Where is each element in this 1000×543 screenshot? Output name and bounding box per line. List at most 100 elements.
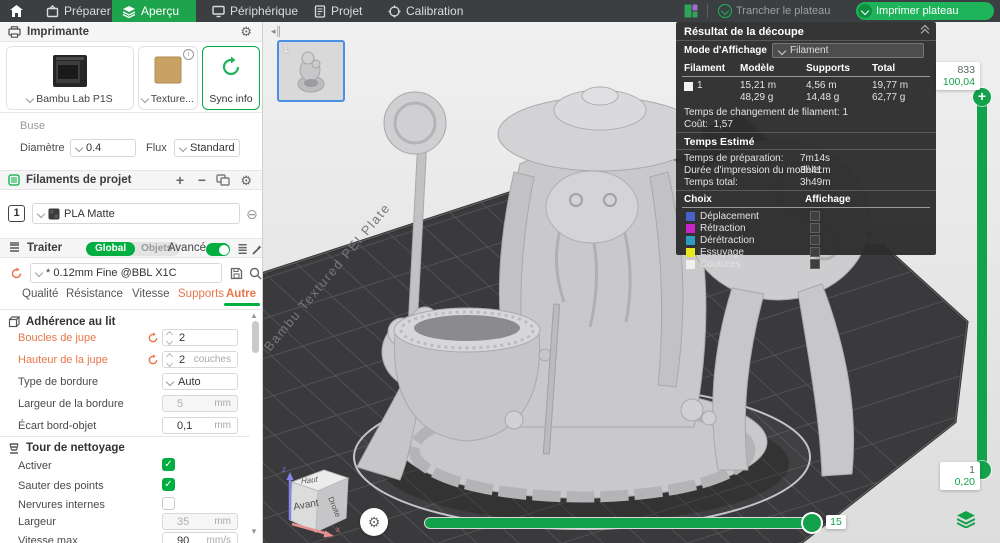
collapse-panel-icon[interactable] (920, 24, 930, 38)
reset-param-icon[interactable] (147, 332, 159, 344)
plate-thumbnail (154, 56, 182, 84)
tab-projet[interactable]: Projet (304, 0, 372, 22)
tuning-wand-icon[interactable] (251, 244, 263, 256)
scroll-down-arrow[interactable]: ▼ (250, 527, 258, 536)
filaments-section-title: Filaments de projet (26, 174, 132, 186)
group-header-prime-tower[interactable]: Tour de nettoyage (8, 442, 125, 454)
support-weight: 14,48 g (806, 92, 840, 103)
printer-name-label: Bambu Lab P1S (36, 93, 113, 105)
thumbnail-collapse-icon[interactable]: ◂║ (271, 26, 282, 37)
plate-thumbnail-preview (297, 51, 325, 93)
input-unit: mm (214, 516, 231, 527)
bed-adhesion-icon (8, 316, 20, 328)
slice-dropdown-icon[interactable] (718, 4, 732, 18)
brim-object-gap-input[interactable]: 0,1 mm (162, 417, 238, 434)
layers-view-icon[interactable] (957, 511, 975, 528)
plate-type-card[interactable]: i Texture... (138, 46, 198, 110)
filament-select[interactable]: PLA Matte (32, 203, 240, 224)
info-icon[interactable]: i (183, 49, 194, 60)
slice-button-label: Trancher le plateau (736, 5, 831, 17)
spinner-control[interactable] (165, 352, 176, 367)
input-value: Auto (178, 375, 201, 388)
slice-plate-button[interactable]: Trancher le plateau (716, 2, 846, 20)
param-label-internal-ribs: Nervures internes (18, 499, 105, 511)
scroll-up-arrow[interactable]: ▲ (250, 311, 258, 320)
unretraction-checkbox[interactable] (810, 235, 820, 245)
group-header-bed-adhesion[interactable]: Adhérence au lit (8, 316, 115, 328)
collapse-filament-icon[interactable]: ⊖ (246, 206, 258, 223)
internal-ribs-checkbox[interactable] (162, 497, 175, 510)
printer-card[interactable]: Bambu Lab P1S (6, 46, 134, 110)
add-filament-button[interactable]: + (176, 173, 184, 187)
printer-settings-gear-icon[interactable]: ⚙ (240, 25, 252, 38)
skip-points-checkbox[interactable]: ✓ (162, 478, 175, 491)
printer-section-header: Imprimante ⚙ (0, 22, 262, 42)
layer-slider-track[interactable] (977, 96, 987, 470)
process-tab-autre[interactable]: Autre (226, 288, 256, 300)
choices-header: Choix (684, 194, 712, 205)
tower-width-input[interactable]: 35 mm (162, 513, 238, 530)
brim-width-input[interactable]: 5 mm (162, 395, 238, 412)
input-value: 2 (179, 331, 186, 344)
reset-param-icon[interactable] (147, 354, 159, 366)
process-tab-supports[interactable]: Supports (178, 288, 224, 300)
flow-select[interactable]: Standard (174, 139, 240, 157)
tab-calibration[interactable]: Calibration (378, 0, 473, 22)
enable-checkbox[interactable]: ✓ (162, 458, 175, 471)
process-tab-qualite[interactable]: Qualité (22, 288, 58, 300)
plate-thumbnail-number: 1 (283, 44, 289, 55)
plate-type-name[interactable]: Texture... (139, 93, 197, 105)
save-preset-icon[interactable] (230, 267, 243, 280)
support-length: 4,56 m (806, 80, 837, 91)
flow-label: Flux (146, 142, 167, 154)
step-slider-fill (425, 518, 813, 528)
preset-reset-icon[interactable] (10, 267, 23, 280)
wipe-checkbox[interactable] (810, 247, 820, 257)
layer-slider-top-handle[interactable]: + (973, 88, 991, 106)
scope-global-option[interactable]: Global (86, 242, 136, 256)
input-unit: mm (214, 420, 231, 431)
navigation-cube[interactable]: Haut Avant Droite z x (278, 460, 358, 540)
retraction-checkbox[interactable] (810, 223, 820, 233)
plate-thumbnail-card[interactable]: 1 (277, 40, 345, 102)
tab-apercu[interactable]: Aperçu (112, 0, 196, 22)
print-dropdown-icon[interactable] (858, 4, 872, 18)
filament-settings-gear-icon[interactable]: ⚙ (240, 174, 252, 187)
printer-thumbnail (53, 55, 87, 87)
viewport-settings-button[interactable]: ⚙ (360, 508, 388, 536)
skirt-loops-input[interactable]: 2 (162, 329, 238, 346)
seams-checkbox[interactable] (810, 259, 820, 269)
printer-name[interactable]: Bambu Lab P1S (7, 93, 133, 105)
brim-type-select[interactable]: Auto (162, 373, 238, 390)
step-slider-handle[interactable] (803, 514, 821, 532)
process-tab-vitesse[interactable]: Vitesse (132, 288, 170, 300)
print-plate-button[interactable]: Imprimer plateau (856, 2, 994, 20)
max-speed-input[interactable]: 90 mm/s (162, 532, 238, 543)
choice-unretraction: Dérétraction (700, 235, 755, 246)
diameter-value: 0.4 (86, 142, 102, 154)
scope-switch[interactable]: Global Objets (86, 242, 181, 256)
advanced-toggle[interactable] (206, 243, 230, 256)
ams-mapping-icon[interactable] (216, 174, 230, 186)
wipe-color-swatch (686, 248, 695, 257)
travel-checkbox[interactable] (810, 211, 820, 221)
display-mode-select[interactable]: Filament (772, 43, 924, 58)
preset-list-icon[interactable]: ≣ (237, 242, 248, 255)
scrollbar-thumb[interactable] (252, 321, 259, 353)
process-tab-resistance[interactable]: Résistance (66, 288, 123, 300)
step-slider-track[interactable] (425, 518, 822, 528)
process-preset-select[interactable]: * 0.12mm Fine @BBL X1C (30, 263, 222, 283)
diameter-select[interactable]: 0.4 (70, 139, 136, 157)
sync-info-button[interactable]: Sync info (202, 46, 260, 110)
plate-type-label: Texture... (150, 93, 194, 105)
remove-filament-button[interactable]: − (198, 173, 206, 187)
home-icon[interactable] (9, 4, 24, 18)
search-preset-icon[interactable] (249, 267, 262, 280)
process-section-title: Traiter (27, 242, 63, 254)
plate-arrange-icon[interactable] (684, 4, 698, 18)
spinner-control[interactable] (165, 330, 176, 345)
skirt-height-input[interactable]: 2 couches (162, 351, 238, 368)
display-mode-label: Mode d'Affichage (684, 45, 767, 56)
tab-peripherique[interactable]: Périphérique (202, 0, 308, 22)
tab-preparer[interactable]: Préparer (36, 0, 121, 22)
